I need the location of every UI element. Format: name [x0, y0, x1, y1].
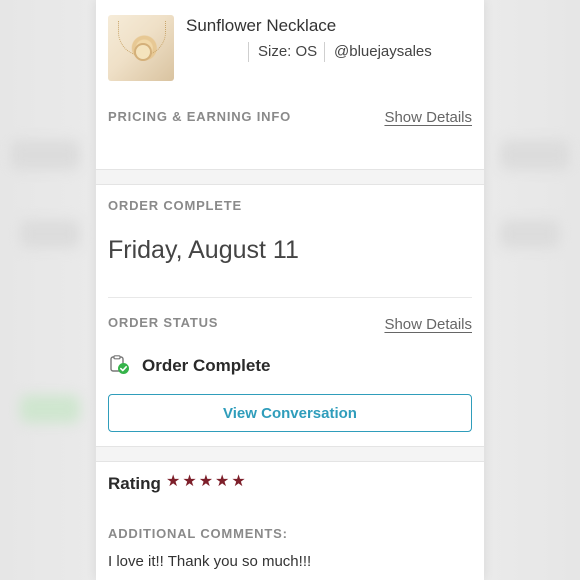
section-divider: [96, 169, 484, 185]
order-status-text: Order Complete: [142, 356, 271, 375]
star-icon: ★: [215, 473, 230, 490]
view-conversation-button[interactable]: View Conversation: [108, 394, 472, 432]
pricing-earning-label: PRICING & EARNING INFO: [108, 109, 291, 124]
status-show-details-link[interactable]: Show Details: [384, 316, 472, 333]
additional-comments-label: ADDITIONAL COMMENTS:: [108, 526, 288, 541]
item-size: Size: OS: [258, 43, 318, 60]
star-icon: ★: [198, 473, 214, 490]
background-blur-shape: [500, 140, 570, 170]
order-complete-check-icon: [110, 355, 129, 374]
order-status-label: ORDER STATUS: [108, 315, 219, 330]
star-icon: ★: [166, 473, 181, 490]
rating-label: Rating: [108, 474, 161, 493]
background-blur-shape: [20, 220, 80, 248]
pricing-show-details-link[interactable]: Show Details: [384, 109, 472, 126]
sunflower-pendant: [136, 45, 150, 59]
section-divider: [108, 297, 472, 298]
item-thumbnail[interactable]: [108, 15, 174, 81]
meta-divider: [248, 42, 249, 62]
additional-comments-text: I love it!! Thank you so much!!!: [108, 553, 312, 570]
order-complete-date: Friday, August 11: [108, 236, 299, 264]
item-title[interactable]: Sunflower Necklace: [186, 16, 336, 36]
order-details-card: Sunflower Necklace Size: OS @bluejaysale…: [96, 0, 484, 580]
order-complete-label: ORDER COMPLETE: [108, 198, 242, 213]
background-blur-shape: [10, 140, 80, 170]
star-icon: ★: [182, 473, 197, 490]
background-blur-shape: [500, 220, 560, 248]
rating-stars: ★ ★ ★ ★ ★: [166, 472, 246, 492]
background-blur-shape: [20, 395, 80, 423]
seller-username[interactable]: @bluejaysales: [334, 42, 432, 62]
star-icon: ★: [231, 473, 246, 490]
meta-divider: [324, 42, 325, 62]
section-divider: [96, 446, 484, 462]
